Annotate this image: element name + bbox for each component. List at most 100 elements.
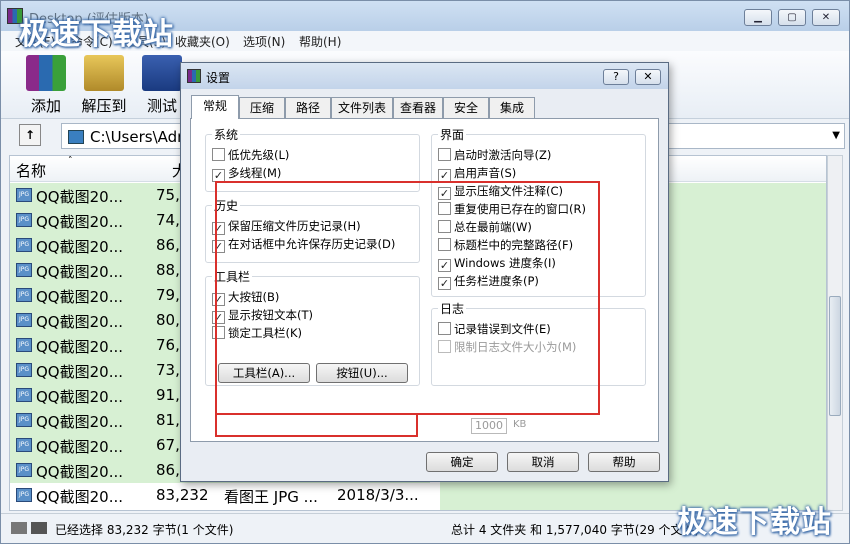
drive-icon — [68, 130, 84, 144]
extract-to-button[interactable]: 解压到 — [75, 55, 133, 115]
settings-dialog: 设置 ? ✕ 常规 压缩 路径 文件列表 查看器 安全 集成 系统 低优先级(L… — [180, 62, 669, 482]
jpg-file-icon: JPG — [16, 238, 32, 252]
name-cell: JPG QQ截图20... — [10, 233, 130, 258]
name-cell: JPG QQ截图20... — [10, 308, 130, 333]
watermark-logo-bottom: 极速下载站 — [677, 505, 832, 540]
name-cell: JPG QQ截图20... — [10, 283, 130, 308]
help-button[interactable]: 帮助 — [588, 452, 660, 472]
file-name: QQ截图20... — [36, 288, 124, 306]
name-cell: JPG QQ截图20... — [10, 333, 130, 358]
general-tab-panel: 系统 低优先级(L) ✓ 多线程(M) 历史 ✓ 保留压缩文件历史记录(H) ✓ 在对… — [190, 118, 659, 442]
file-date: 2018/3/3... — [337, 486, 419, 504]
tab-file-list[interactable]: 文件列表 — [331, 97, 393, 118]
scrollbar-thumb[interactable] — [829, 296, 841, 416]
file-name: QQ截图20... — [36, 213, 124, 231]
file-name: QQ截图20... — [36, 238, 124, 256]
ok-button[interactable]: 确定 — [426, 452, 498, 472]
log-size-input: 1000 — [471, 418, 507, 434]
tab-general[interactable]: 常规 — [191, 95, 239, 119]
jpg-file-icon: JPG — [16, 288, 32, 302]
minimize-button[interactable]: ▁ — [744, 9, 772, 26]
archive-add-icon — [26, 55, 66, 91]
file-name: QQ截图20... — [36, 438, 124, 456]
menu-favorites[interactable]: 收藏夹(O) — [175, 33, 230, 50]
name-cell: JPG QQ截图20... — [10, 183, 130, 208]
file-name: QQ截图20... — [36, 188, 124, 206]
dialog-title: 设置 — [206, 71, 231, 85]
enable-sound-checkbox[interactable]: ✓ 启用声音(S) — [438, 165, 517, 182]
option-label: 启用声音(S) — [454, 166, 517, 180]
maximize-button[interactable]: ▢ — [778, 9, 806, 26]
file-size: 83,232 — [156, 486, 209, 504]
file-name: QQ截图20... — [36, 413, 124, 431]
checkbox-box[interactable] — [438, 148, 451, 161]
add-button[interactable]: 添加 — [17, 55, 75, 115]
file-name: QQ截图20... — [36, 388, 124, 406]
column-name[interactable]: 名称 — [16, 160, 46, 181]
jpg-file-icon: JPG — [16, 313, 32, 327]
file-type: 看图王 JPG ... — [224, 488, 318, 506]
highlight-annotation — [215, 181, 600, 415]
name-cell: JPG QQ截图20... — [10, 383, 130, 408]
interface-group-title: 界面 — [438, 126, 467, 143]
menu-options[interactable]: 选项(N) — [243, 33, 285, 50]
dialog-title-bar[interactable]: 设置 ? ✕ — [181, 63, 668, 89]
startup-wizard-checkbox[interactable]: 启动时激活向导(Z) — [438, 147, 551, 163]
jpg-file-icon: JPG — [16, 388, 32, 402]
tab-paths[interactable]: 路径 — [285, 97, 331, 118]
help-caption-button[interactable]: ? — [603, 69, 629, 85]
jpg-file-icon: JPG — [16, 363, 32, 377]
winrar-app-icon — [187, 69, 201, 83]
tab-compression[interactable]: 压缩 — [239, 97, 285, 118]
jpg-file-icon: JPG — [16, 488, 32, 502]
jpg-file-icon: JPG — [16, 263, 32, 277]
option-label: 多线程(M) — [228, 166, 282, 180]
name-cell: JPG QQ截图20... — [10, 258, 130, 283]
file-name: QQ截图20... — [36, 338, 124, 356]
cancel-button[interactable]: 取消 — [507, 452, 579, 472]
file-name: QQ截图20... — [36, 313, 124, 331]
size-cell: 83,232 看图王 JPG ... 2018/3/3... — [130, 483, 430, 508]
log-size-unit: KB — [513, 419, 527, 430]
up-folder-button[interactable]: ↑ — [19, 124, 41, 146]
settings-tabs: 常规 压缩 路径 文件列表 查看器 安全 集成 — [191, 95, 661, 119]
checkbox-box[interactable] — [212, 148, 225, 161]
chevron-down-icon[interactable]: ▼ — [832, 130, 840, 141]
tab-security[interactable]: 安全 — [443, 97, 489, 118]
close-dialog-button[interactable]: ✕ — [635, 69, 661, 85]
name-cell: JPG QQ截图20... — [10, 358, 130, 383]
file-name: QQ截图20... — [36, 463, 124, 481]
vertical-scrollbar[interactable] — [827, 155, 843, 511]
highlight-annotation-buttons — [215, 413, 418, 437]
low-priority-checkbox[interactable]: 低优先级(L) — [212, 147, 289, 163]
name-cell: JPG QQ截图20... — [10, 408, 130, 433]
system-group-title: 系统 — [212, 126, 241, 143]
status-selected: 已经选择 83,232 字节(1 个文件) — [55, 523, 234, 537]
path-text: C:\Users\Adm — [90, 128, 192, 146]
jpg-file-icon: JPG — [16, 438, 32, 452]
test-icon — [142, 55, 182, 91]
jpg-file-icon: JPG — [16, 413, 32, 427]
tab-viewer[interactable]: 查看器 — [393, 97, 443, 118]
jpg-file-icon: JPG — [16, 338, 32, 352]
option-label: 启动时激活向导(Z) — [454, 148, 552, 162]
name-cell: JPG QQ截图20... — [10, 433, 130, 458]
name-cell: JPG QQ截图20... — [10, 208, 130, 233]
jpg-file-icon: JPG — [16, 213, 32, 227]
key-drive-icon — [11, 522, 47, 534]
file-name: QQ截图20... — [36, 488, 124, 506]
status-total: 总计 4 文件夹 和 1,577,040 字节(29 个文件) — [451, 523, 700, 537]
table-row[interactable]: JPG QQ截图20... 83,232 看图王 JPG ... 2018/3/3... — [10, 483, 430, 508]
jpg-file-icon: JPG — [16, 463, 32, 477]
file-name: QQ截图20... — [36, 263, 124, 281]
watermark-logo: 极速下载站 — [19, 17, 174, 52]
option-label: 低优先级(L) — [228, 148, 290, 162]
extract-icon — [84, 55, 124, 91]
close-button[interactable]: ✕ — [812, 9, 840, 26]
menu-help[interactable]: 帮助(H) — [299, 33, 341, 50]
file-name: QQ截图20... — [36, 363, 124, 381]
jpg-file-icon: JPG — [16, 188, 32, 202]
multithread-checkbox[interactable]: ✓ 多线程(M) — [212, 165, 282, 182]
sort-arrow-icon: ˄ — [68, 156, 73, 166]
tab-integration[interactable]: 集成 — [489, 97, 535, 118]
